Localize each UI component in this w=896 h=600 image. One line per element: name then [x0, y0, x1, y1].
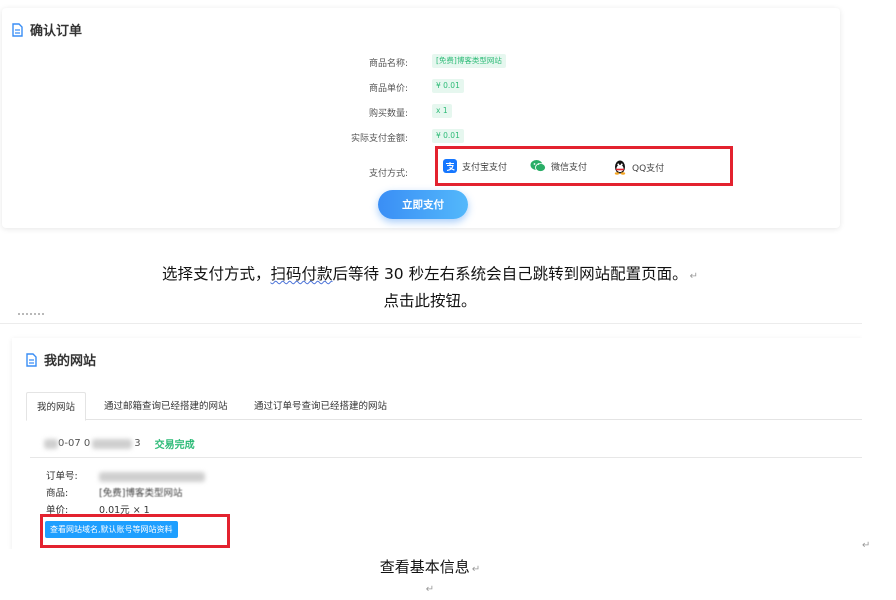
site-tabs: 我的网站 通过邮箱查询已经搭建的网站 通过订单号查询已经搭建的网站	[26, 392, 862, 421]
wechat-icon	[530, 160, 546, 172]
instruction-line-2: 点击此按钮。	[0, 289, 860, 311]
qq-label: QQ支付	[632, 163, 665, 174]
order-header: 0-07 0 3 交易完成	[44, 436, 195, 451]
product-name-label: 商品名称:	[368, 59, 408, 69]
caption-marker	[18, 313, 46, 315]
product-value: [免费]博客类型网站	[99, 488, 183, 499]
my-website-title: 我的网站	[26, 350, 96, 369]
order-date-fragment: 0-07 0	[58, 438, 91, 449]
total-amount-row: 实际支付金额: ¥ 0.01	[2, 129, 840, 147]
wechat-option[interactable]: 微信支付	[530, 159, 587, 173]
order-time-fragment: 3	[134, 438, 141, 449]
caption-text: 查看基本信息	[379, 558, 470, 576]
order-number-label: 订单号:	[46, 471, 78, 482]
paragraph-mark: ↵	[862, 540, 871, 551]
redacted-block	[44, 438, 58, 449]
order-status: 交易完成	[154, 440, 195, 451]
confirm-order-card: 确认订单 商品名称: [免费]博客类型网站 商品单价: ¥ 0.01 购买数量:…	[2, 8, 840, 228]
document-icon	[26, 352, 37, 367]
instruction-2-text: 点击此按钮。	[383, 292, 477, 310]
product-name-value: [免费]博客类型网站	[432, 54, 506, 68]
caption-line: 查看基本信息 ↵	[0, 556, 860, 577]
total-amount-value: ¥ 0.01	[432, 129, 464, 143]
tab-query-by-order[interactable]: 通过订单号查询已经搭建的网站	[254, 392, 387, 421]
tab-query-by-email[interactable]: 通过邮箱查询已经搭建的网站	[104, 392, 228, 421]
qq-icon	[614, 160, 626, 175]
pay-now-button[interactable]: 立即支付	[378, 190, 468, 219]
order-number-row: 订单号:	[46, 468, 206, 482]
qq-option[interactable]: QQ支付	[613, 159, 664, 175]
empty-paragraph: ↵	[0, 584, 860, 595]
quantity-value: x 1	[432, 104, 452, 118]
total-amount-label: 实际支付金额:	[350, 134, 408, 144]
pay-method-label: 支付方式:	[368, 169, 408, 179]
order-number-redacted	[99, 471, 206, 482]
paragraph-mark: ↵	[471, 564, 481, 575]
instruction-1-part-b: 扫码付款	[270, 265, 333, 283]
product-name-row: 商品名称: [免费]博客类型网站	[2, 54, 840, 72]
unit-price-row: 商品单价: ¥ 0.01	[2, 79, 840, 97]
quantity-row: 购买数量: x 1	[2, 104, 840, 122]
instruction-1-part-c: 后等待 30 秒左右系统会自己跳转到网站配置页面。	[332, 265, 688, 283]
instruction-line-1: 选择支付方式，扫码付款后等待 30 秒左右系统会自己跳转到网站配置页面。 ↵	[0, 262, 860, 284]
instruction-1-part-a: 选择支付方式，	[161, 265, 271, 283]
my-website-title-text: 我的网站	[44, 354, 97, 369]
confirm-order-title: 确认订单	[12, 20, 82, 39]
unit-price-value: ¥ 0.01	[432, 79, 464, 93]
pay-options-highlight: 支付宝支付 微信支付 QQ支付	[435, 146, 733, 186]
paragraph-mark: ↵	[689, 271, 698, 282]
view-site-info-button[interactable]: 查看网站域名,默认账号等网站资料	[45, 521, 178, 538]
unit-price-label: 商品单价:	[368, 84, 408, 94]
product-row: 商品: [免费]博客类型网站	[46, 485, 182, 499]
paragraph-mark: ↵	[425, 584, 435, 595]
redacted-block	[92, 438, 133, 449]
wechat-label: 微信支付	[551, 162, 588, 173]
alipay-option[interactable]: 支付宝支付	[443, 159, 507, 173]
alipay-icon	[443, 159, 457, 173]
document-icon	[12, 22, 23, 37]
divider	[30, 457, 862, 458]
quantity-label: 购买数量:	[368, 109, 408, 119]
confirm-order-title-text: 确认订单	[30, 24, 83, 39]
alipay-label: 支付宝支付	[462, 162, 508, 173]
tab-my-website[interactable]: 我的网站	[26, 392, 87, 421]
product-label: 商品:	[46, 488, 69, 499]
